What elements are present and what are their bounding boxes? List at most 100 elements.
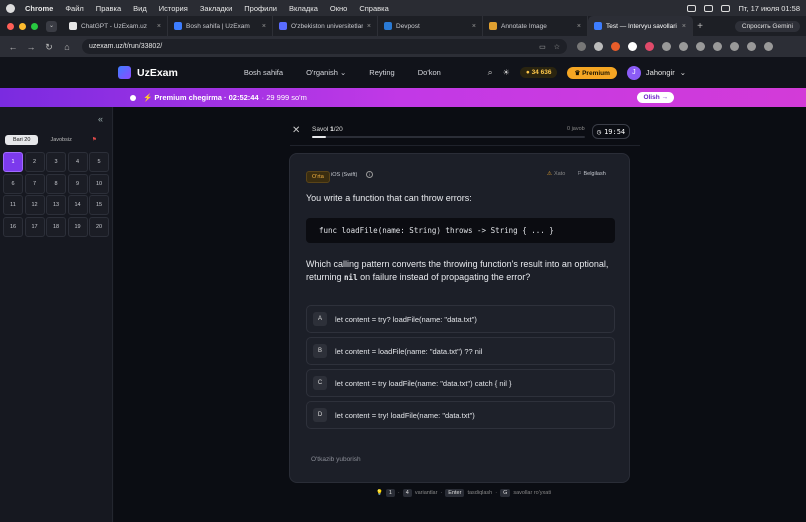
close-quiz-icon[interactable]: ✕	[292, 125, 300, 136]
new-tab-icon[interactable]: +	[693, 21, 707, 32]
nav-learn[interactable]: O'rganish ⌄	[306, 68, 346, 77]
address-bar[interactable]: uzexam.uz/t/run/33802/ ▭ ☆	[82, 39, 567, 54]
question-cell[interactable]: 13	[46, 195, 66, 215]
cast-icon[interactable]: ▭	[539, 43, 546, 51]
site-logo[interactable]: UzExam	[118, 66, 178, 79]
question-cell[interactable]: 14	[67, 195, 88, 215]
wifi-icon[interactable]	[704, 4, 714, 12]
menu-profiles[interactable]: Профили	[244, 4, 277, 13]
control-center-icon[interactable]	[721, 4, 731, 12]
gemini-button[interactable]: Спросить Gemini	[734, 20, 800, 32]
browser-tab[interactable]: Devpost ×	[378, 16, 483, 36]
user-menu[interactable]: J Jahongir ⌄	[626, 65, 686, 80]
close-tab-icon[interactable]: ×	[682, 23, 686, 30]
browser-tab-active[interactable]: Test — Intervyu savollari ×	[588, 16, 693, 36]
question-cell[interactable]: 15	[89, 195, 109, 215]
menu-history[interactable]: История	[159, 4, 188, 13]
extension-icon[interactable]	[594, 42, 603, 51]
browser-tab[interactable]: Annotate Image ×	[483, 16, 588, 36]
nav-shop[interactable]: Do'kon	[418, 68, 441, 77]
close-tab-icon[interactable]: ×	[577, 23, 581, 30]
minimize-window-button[interactable]	[19, 22, 26, 30]
question-cell[interactable]: 1	[3, 152, 23, 172]
filter-unanswered[interactable]: Javobsiz	[42, 135, 79, 145]
nav-home[interactable]: Bosh sahifa	[244, 68, 283, 77]
close-tab-icon[interactable]: ×	[367, 23, 371, 30]
promo-get-button[interactable]: Olish →	[637, 92, 674, 103]
extension-icon[interactable]	[696, 42, 705, 51]
close-tab-icon[interactable]: ×	[262, 23, 266, 30]
question-cell[interactable]: 16	[3, 216, 23, 237]
question-cell[interactable]: 4	[67, 152, 88, 172]
extension-icon[interactable]	[713, 42, 722, 51]
question-cell[interactable]: 18	[46, 216, 66, 237]
bookmark-star-icon[interactable]: ☆	[554, 43, 560, 51]
menu-view[interactable]: Вид	[133, 4, 147, 13]
close-window-button[interactable]	[7, 22, 14, 30]
option-d[interactable]: Dlet content = try! loadFile(name: "data…	[306, 401, 615, 429]
menu-file[interactable]: Файл	[65, 4, 83, 13]
menu-bookmarks[interactable]: Закладки	[200, 4, 232, 13]
theme-toggle-icon[interactable]: ☀	[503, 68, 510, 77]
forward-icon[interactable]: →	[24, 40, 38, 54]
home-icon[interactable]: ⌂	[60, 40, 74, 54]
question-cell[interactable]: 9	[67, 173, 88, 194]
question-cell[interactable]: 8	[46, 173, 66, 194]
premium-button[interactable]: ♛ Premium	[567, 66, 617, 79]
kebab-menu-icon[interactable]	[764, 42, 773, 51]
close-tab-icon[interactable]: ×	[157, 23, 161, 30]
option-a[interactable]: Alet content = try? loadFile(name: "data…	[306, 305, 615, 333]
nav-rating[interactable]: Reyting	[369, 68, 394, 77]
apple-icon[interactable]	[6, 3, 15, 13]
back-icon[interactable]: ←	[6, 40, 20, 54]
battery-icon[interactable]	[687, 4, 697, 12]
info-icon[interactable]: i	[366, 171, 373, 178]
menu-app-name[interactable]: Chrome	[25, 4, 53, 13]
coins-badge[interactable]: ● 34 636	[519, 67, 558, 78]
extension-icon[interactable]	[628, 42, 637, 51]
sidepanel-icon[interactable]	[730, 42, 739, 51]
extension-icon[interactable]	[679, 42, 688, 51]
question-cell[interactable]: 11	[3, 195, 23, 215]
menu-window[interactable]: Окно	[330, 4, 347, 13]
question-cell[interactable]: 2	[24, 152, 45, 172]
question-cell[interactable]: 20	[89, 216, 109, 237]
main-nav: Bosh sahifa O'rganish ⌄ Reyting Do'kon	[244, 68, 464, 77]
option-b[interactable]: Blet content = loadFile(name: "data.txt"…	[306, 337, 615, 365]
filter-all[interactable]: Bari 20	[5, 135, 39, 145]
coins-value: 34 636	[531, 69, 552, 76]
reload-icon[interactable]: ↻	[42, 40, 56, 54]
menu-edit[interactable]: Правка	[96, 4, 121, 13]
bookmark-button[interactable]: ⚐ Belgilash	[577, 171, 606, 177]
menubar-clock[interactable]: Пт, 17 июля 01:58	[738, 4, 800, 13]
question-cell[interactable]: 12	[24, 195, 45, 215]
question-cell[interactable]: 3	[46, 152, 66, 172]
question-cell[interactable]: 5	[89, 152, 109, 172]
browser-tab[interactable]: Bosh sahifa | UzExam ×	[168, 16, 273, 36]
question-text-part: on failure instead of propagating the er…	[360, 272, 531, 282]
browser-tab[interactable]: O'zbekiston universitetlari ×	[273, 16, 378, 36]
skip-button[interactable]: O'tkazib yuborish	[311, 456, 361, 463]
search-icon[interactable]: ⌕	[488, 67, 493, 78]
tab-search-icon[interactable]: ⌄	[46, 20, 57, 32]
puzzle-icon[interactable]	[662, 42, 671, 51]
question-cell[interactable]: 7	[24, 173, 45, 194]
question-cell[interactable]: 6	[3, 173, 23, 194]
extension-icon[interactable]	[611, 42, 620, 51]
option-c[interactable]: Clet content = try loadFile(name: "data.…	[306, 369, 615, 397]
menu-help[interactable]: Справка	[359, 4, 388, 13]
question-cell[interactable]: 17	[24, 216, 45, 237]
question-cell[interactable]: 19	[67, 216, 88, 237]
report-error-button[interactable]: ⚠ Xato	[547, 171, 565, 177]
bookmark-icon: ⚐	[577, 171, 582, 177]
collapse-sidebar-icon[interactable]: «	[98, 114, 103, 124]
flag-filter-icon[interactable]: ⚑	[84, 135, 105, 145]
devtools-icon[interactable]	[747, 42, 756, 51]
browser-tab[interactable]: ChatGPT - UzExam.uz ×	[63, 16, 168, 36]
question-cell[interactable]: 10	[89, 173, 109, 194]
zoom-window-button[interactable]	[31, 22, 38, 30]
close-tab-icon[interactable]: ×	[472, 23, 476, 30]
menu-tab[interactable]: Вкладка	[289, 4, 318, 13]
extension-icon[interactable]	[645, 42, 654, 51]
extension-icon[interactable]	[577, 42, 586, 51]
